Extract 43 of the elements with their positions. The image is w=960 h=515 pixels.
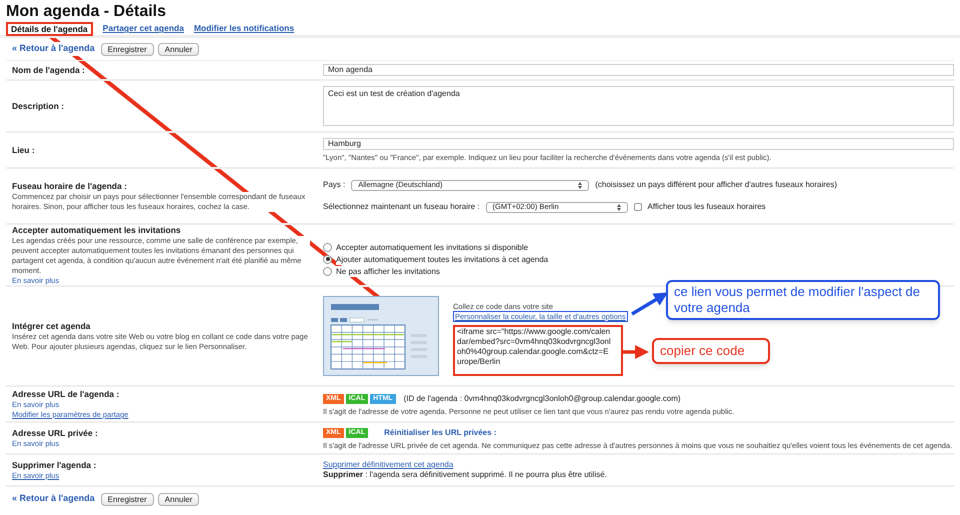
radio-label: Ne pas afficher les invitations <box>336 266 440 276</box>
row-label: Supprimer l'agenda : <box>12 459 98 471</box>
updown-icon <box>578 182 582 188</box>
action-button[interactable]: Enregistrer <box>100 42 154 56</box>
embed-code-field[interactable]: <iframe src="https://www.google.com/calendar/embed?src=0vm4hnq03kodvrgncgl3onloh0%40group.calendar.google.com&ctz=Europe/Berlin <box>453 325 623 376</box>
row-label: Adresse URL de l'agenda : <box>12 388 120 400</box>
radio-button[interactable] <box>323 254 332 264</box>
row-label: Description : <box>12 100 65 112</box>
row-label: Adresse URL privée : <box>12 427 99 439</box>
radio-label: Accepter automatiquement les invitations si disponible <box>336 242 528 252</box>
row-label: Nom de l'agenda : <box>12 64 86 76</box>
location-field[interactable]: Hamburg <box>323 138 954 150</box>
back-link[interactable]: « Retour à l'agenda <box>12 492 95 506</box>
row-label: Intégrer cet agenda <box>12 320 92 332</box>
radio-button[interactable] <box>323 242 332 252</box>
row-label: Fuseau horaire de l'agenda : <box>12 180 128 192</box>
show-all-checkbox[interactable] <box>634 203 642 211</box>
page-title: Mon agenda - Détails <box>6 2 168 22</box>
tab[interactable]: Partager cet agenda <box>102 22 184 35</box>
action-button[interactable]: Annuler <box>158 492 200 506</box>
action-button[interactable]: Enregistrer <box>100 492 154 506</box>
calendar-id: (ID de l'agenda : 0vm4hnq03kodvrgncgl3onloh0@group.calendar.google.com) <box>404 392 681 404</box>
updown-icon <box>616 204 621 210</box>
field-label: Sélectionnez maintenant un fuseau horaire : <box>323 201 480 213</box>
field-label: Pays : <box>323 179 346 191</box>
callout-note: copier ce code <box>652 338 770 364</box>
reset-link[interactable]: Réinitialiser les URL privées : <box>384 426 496 438</box>
arrow <box>631 292 668 316</box>
radio-label: Ajouter automatiquement toutes les invitations à cet agenda <box>336 254 548 264</box>
name-field[interactable]: Mon agenda <box>323 64 954 76</box>
row-label: Accepter automatiquement les invitations <box>12 224 182 236</box>
tab[interactable]: Modifier les notifications <box>194 22 294 35</box>
delete-note: Supprimer : l'agenda sera définitivement supprimé. Il ne pourra plus être utilisé. <box>323 470 607 480</box>
description-field[interactable]: Ceci est un test de création d'agenda <box>323 86 954 126</box>
back-link[interactable]: « Retour à l'agenda <box>12 42 95 56</box>
tab[interactable]: Détails de l'agenda <box>6 22 93 36</box>
delete-link[interactable]: Supprimer définitivement cet agenda <box>323 460 454 470</box>
radio-button[interactable] <box>323 266 332 276</box>
field-note: (choisissez un pays différent pour afficher d'autres fuseaux horaires) <box>595 179 838 191</box>
checkbox-label: Afficher tous les fuseaux horaires <box>648 201 766 213</box>
action-button[interactable]: Annuler <box>158 42 200 56</box>
row-label: Lieu : <box>12 144 36 156</box>
callout-note: ce lien vous permet de modifier l'aspect de votre agenda <box>666 280 940 320</box>
